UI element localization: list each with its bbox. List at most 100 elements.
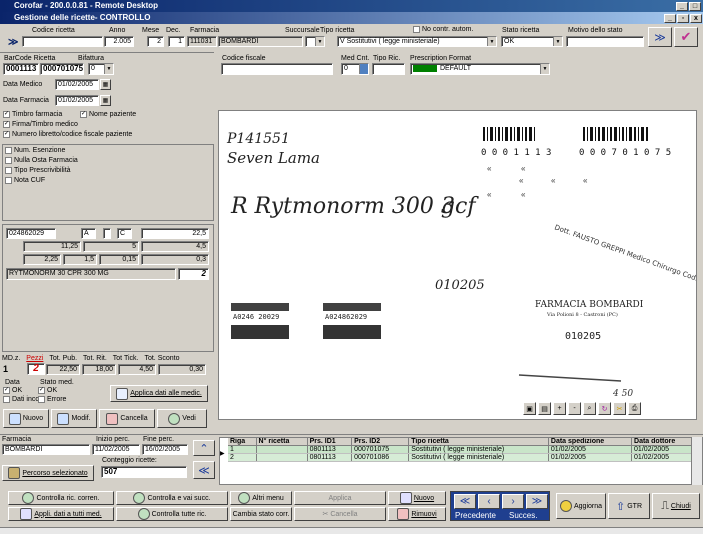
crop-icon[interactable]: ✂ [613,402,626,415]
calendar-icon[interactable]: ▦ [100,95,111,106]
drug-a[interactable]: A [81,228,96,239]
cambia-stato-button[interactable]: Cambia stato corr. [230,507,292,521]
column-header[interactable]: Riga [228,438,257,446]
rotate-icon[interactable]: ↻ [598,402,611,415]
column-header[interactable]: Tipo ricetta [408,438,549,446]
data-ok-checkbox[interactable]: ✓ OK [3,387,22,394]
gtr-button[interactable]: ⇧ GTR [608,493,650,519]
nuovo-toolbar-button[interactable]: Nuovo [388,491,446,505]
horizontal-scrollbar[interactable] [0,527,703,534]
controlla-succ-button[interactable]: Controlla e vai succ. [116,491,228,505]
motivo-input[interactable] [566,36,644,47]
nome-paziente-checkbox[interactable]: ✓ Nome paziente [80,111,136,118]
fine-perc-input[interactable]: 16/02/2005 [142,444,188,455]
table-vertical-scrollbar[interactable] [691,437,702,485]
drug-price[interactable]: 22,5 [141,228,209,239]
fit-width-icon[interactable]: ▤ [538,402,551,415]
next-arrow-icon[interactable]: ≫ [8,37,18,48]
tipo-ricetta-select[interactable]: V Sostitutivi ( legge ministeriale) ▼ [337,36,497,47]
no-contr-checkbox[interactable]: No contr. autom. [413,26,473,33]
confirm-button[interactable]: ✔ [674,27,698,47]
column-header[interactable]: N° ricetta [256,438,308,446]
svg-text:«: « [551,176,556,185]
maximize-button[interactable]: □ [689,2,701,11]
controlla-ric-button[interactable]: Controlla ric. corren. [8,491,114,505]
scroll-left-button[interactable]: ≪ [193,461,215,479]
column-header[interactable]: Prs. ID1 [307,438,353,446]
mese-input[interactable]: 2 [147,36,164,47]
last-button[interactable]: ≫ [526,494,548,509]
column-header[interactable]: Prs. ID2 [351,438,410,446]
table-row[interactable]: 2 0801113 000701086 Sostitutivi ( legge min… [228,453,698,462]
timbro-farmacia-checkbox[interactable]: ✓ Timbro farmacia [3,111,62,118]
nota-cuf-checkbox[interactable]: Nota CUF [5,177,45,184]
inizio-perc-input[interactable]: 11/02/2005 [92,444,140,455]
data-farmacia-input[interactable]: 01/02/2005 [55,95,99,106]
successivo-label: Succes. [509,511,538,520]
tipo-ric-input[interactable] [372,63,405,75]
next-button[interactable]: › [502,494,524,509]
altri-menu-button[interactable]: Altri menu [230,491,292,505]
tot-tick-value: 4,50 [118,364,156,375]
bifattura-select[interactable]: 0 ▼ [88,63,114,75]
firma-timbro-checkbox[interactable]: ✓ Firma/Timbro medico [3,121,78,128]
applica-button[interactable]: Applica [294,491,386,505]
app-close-button[interactable]: x [690,14,702,23]
previous-button[interactable]: ‹ [478,494,500,509]
column-header[interactable]: Data dottore [631,438,698,446]
appli-dati-button[interactable]: Appli. dati a tutti med. [8,507,114,521]
barcode-field-1[interactable]: 0001113 [3,63,39,75]
rimuovi-button[interactable]: Rimuovi [388,507,446,521]
nulla-osta-checkbox[interactable]: Nulla Osta Farmacia [5,157,78,164]
drug-qty[interactable]: 2 [178,268,209,280]
dec-input[interactable]: 1 [168,36,185,47]
applica-dati-button[interactable]: Applica dati alle medic. [110,385,208,402]
chiudi-button[interactable]: ⎍ Chiudi [652,493,700,519]
nuovo-button[interactable]: Nuovo [3,409,49,428]
percorso-button[interactable]: Percorso selezionato [2,465,94,481]
barcode-field-2[interactable]: 000701075 [40,63,84,75]
drug-b[interactable] [103,228,111,239]
data-medico-input[interactable]: 01/02/2005 [55,79,99,90]
drug-code[interactable]: 024862029 [6,228,56,239]
vedi-button[interactable]: Vedi [157,409,207,428]
first-button[interactable]: ≪ [454,494,476,509]
pharmacy-stamp-date: 010205 [565,331,601,342]
flags-panel: Num. Esenzione Nulla Osta Farmacia Tipo … [2,144,214,221]
barcode-number-2: 0 0 0 7 0 1 0 7 5 [579,148,671,158]
expand-down-button[interactable]: ≫ [648,27,672,47]
zoom-icon[interactable]: ⌕ [583,402,596,415]
aggiorna-button[interactable]: Aggiorna [556,493,606,519]
minimize-button[interactable]: _ [676,2,688,11]
stato-ok-checkbox[interactable]: ✓ OK [38,387,57,394]
med-cnt-select[interactable]: 0 [341,63,369,75]
modif-button[interactable]: Modif. [51,409,97,428]
codice-fiscale-input[interactable] [221,63,333,75]
app-minimize-button[interactable]: _ [664,14,676,23]
drug-c[interactable]: C [117,228,132,239]
tipo-ricetta-value: V Sostitutivi ( legge ministeriale) [340,38,440,45]
column-header[interactable]: Data spedizione [548,438,633,446]
app-restore-button[interactable]: ▫ [677,14,689,23]
controlla-tutte-button[interactable]: Controlla tutte ric. [116,507,228,521]
errore-checkbox[interactable]: Errore [38,396,66,403]
fit-page-icon[interactable]: ▣ [523,402,536,415]
numero-libretto-checkbox[interactable]: ✓ Numero libretto/codice fiscale paziente [3,131,132,138]
tipo-prescrivibilita-checkbox[interactable]: Tipo Prescrivibilità [5,167,71,174]
zoom-out-icon[interactable]: - [568,402,581,415]
farmacia-bottom-input[interactable]: BOMBARDI [2,444,90,455]
stato-ricetta-select[interactable]: OK ▼ [501,36,563,47]
cancella-toolbar-button[interactable]: ✂ Cancella [294,507,386,521]
prescription-format-select[interactable]: DEFAULT ▼ [410,63,550,75]
navigation-panel: ≪ ‹ › ≫ Precedente Succes. [450,491,550,521]
collapse-up-button[interactable]: ⌃ [193,440,215,456]
codice-ricetta-input[interactable] [22,36,103,47]
anno-input[interactable]: 2.005 [104,36,134,47]
cancella-button[interactable]: Cancella [99,409,155,428]
calendar-icon[interactable]: ▦ [100,79,111,90]
print-icon[interactable]: ⎙ [628,402,641,415]
succursale-select[interactable]: ▼ [305,36,325,47]
zoom-in-icon[interactable]: + [553,402,566,415]
table-row[interactable]: 1 0801113 000701075 Sostitutivi ( legge min… [228,445,698,454]
num-esenzione-checkbox[interactable]: Num. Esenzione [5,147,65,154]
